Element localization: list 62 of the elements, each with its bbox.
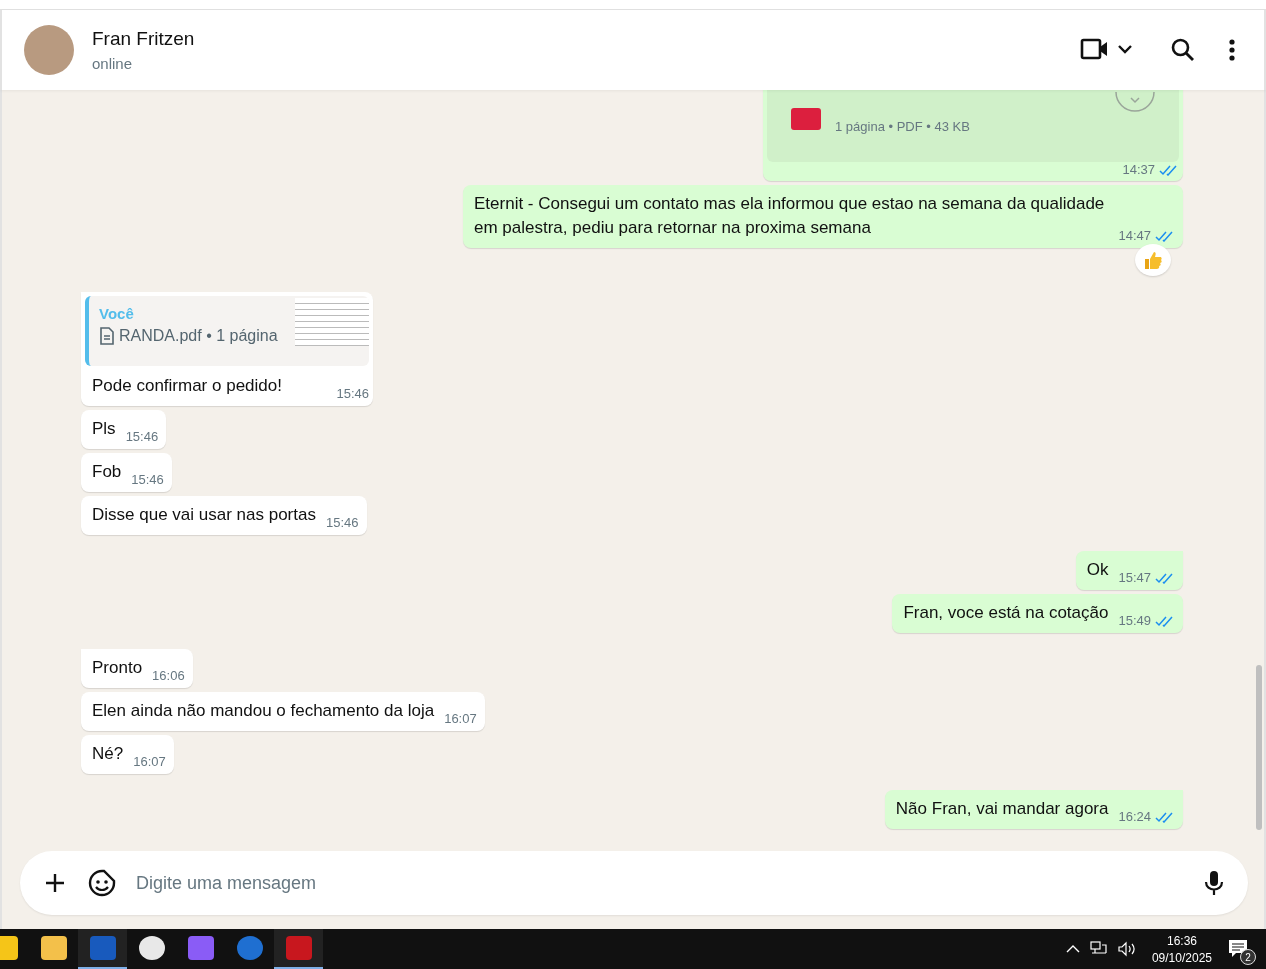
quote-file-name: RANDA.pdf • 1 página	[119, 327, 278, 345]
quote-author: Você	[99, 305, 135, 322]
message-bubble[interactable]: Ok 15:47	[1075, 551, 1183, 590]
message-input-field[interactable]: Digite uma mensagem	[20, 851, 1248, 915]
volume-icon[interactable]	[1117, 941, 1136, 957]
avatar-photo-placeholder[interactable]	[24, 25, 74, 75]
message-text: Elen ainda não mandou o fechamento da loja	[92, 700, 435, 722]
message-text: Pls	[92, 418, 116, 440]
taskbar-date[interactable]: 09/10/2025	[1151, 950, 1212, 965]
message-bubble[interactable]: Pronto 16:06	[81, 649, 193, 688]
document-icon	[99, 327, 115, 345]
message-text: Pronto	[92, 657, 143, 679]
message-time: 16:06	[152, 668, 185, 683]
taskbar-app-button[interactable]	[78, 929, 127, 969]
message-time: 16:24	[1118, 809, 1151, 824]
message-time: 15:46	[325, 515, 359, 530]
message-time: 14:47	[1118, 228, 1151, 243]
contact-status: online	[92, 55, 134, 72]
network-icon[interactable]	[1089, 941, 1108, 957]
document-card[interactable]: 1 página • PDF • 43 KB	[767, 90, 1179, 162]
chevron-up-icon[interactable]	[1065, 944, 1080, 954]
message-input[interactable]: Digite uma mensagem	[134, 871, 1186, 895]
message-text: Ok	[1086, 559, 1109, 581]
message-bubble[interactable]: Não Fran, vai mandar agora 16:24	[884, 790, 1183, 829]
message-text: Fran, voce está na cotação	[903, 602, 1109, 624]
thumbs-up-icon	[1142, 249, 1164, 271]
search-icon	[1170, 37, 1196, 63]
message-time: 15:46	[336, 386, 369, 401]
message-bubble[interactable]: Pls 15:46	[81, 410, 167, 449]
notification-count-badge: 2	[1240, 949, 1256, 965]
message-time: 15:49	[1118, 613, 1151, 628]
taskbar-app-button[interactable]	[274, 929, 323, 969]
pdf-file-icon	[791, 108, 821, 130]
message-text: Né?	[92, 743, 124, 765]
message-text: Pode confirmar o pedido!	[92, 375, 283, 397]
message-bubble[interactable]: Fob 15:46	[81, 453, 172, 492]
taskbar-time[interactable]: 16:36	[1166, 933, 1197, 948]
message-time: 16:07	[444, 711, 477, 726]
microphone-icon	[1204, 869, 1224, 897]
message-bubble[interactable]: Eternit - Consegui um contato mas ela informou que estao na semana da qualidade em palestra, pediu para retornar na proxima semana 14:47	[463, 185, 1183, 248]
notification-icon[interactable]	[1228, 939, 1250, 959]
message-bubble[interactable]: Fran, voce está na cotação 15:49	[892, 594, 1183, 633]
message-time: 15:47	[1118, 570, 1151, 585]
message-text: Fob	[92, 461, 122, 483]
message-time: 15:46	[125, 429, 159, 444]
document-meta: 1 página • PDF • 43 KB	[835, 119, 970, 134]
message-bubble[interactable]: 1 página • PDF • 43 KB 14:37	[763, 90, 1183, 181]
sticker-icon	[88, 869, 116, 897]
contact-name[interactable]: Fran Fritzen	[92, 28, 195, 50]
message-text: Não Fran, vai mandar agora	[895, 798, 1109, 820]
message-time: 16:07	[133, 754, 166, 769]
message-bubble[interactable]: Você RANDA.pdf • 1 página Pode confirmar o pedido! 15:46	[81, 292, 373, 406]
quoted-message[interactable]: Você RANDA.pdf • 1 página	[85, 296, 369, 366]
message-text: Eternit - Consegui um contato mas ela informou que estao na semana da qualidade em palestra, pediu para retornar na proxima semana	[474, 193, 1106, 239]
message-bubble[interactable]: Elen ainda não mandou o fechamento da loja 16:07	[81, 692, 485, 731]
message-time: 15:46	[131, 472, 164, 487]
message-text: Disse que vai usar nas portas	[92, 504, 316, 526]
message-time: 14:37	[1122, 162, 1155, 177]
plus-icon	[44, 872, 66, 894]
message-bubble[interactable]: Né? 16:07	[81, 735, 174, 774]
menu-icon	[1228, 38, 1236, 62]
message-bubble[interactable]: Disse que vai usar nas portas 15:46	[81, 496, 367, 535]
